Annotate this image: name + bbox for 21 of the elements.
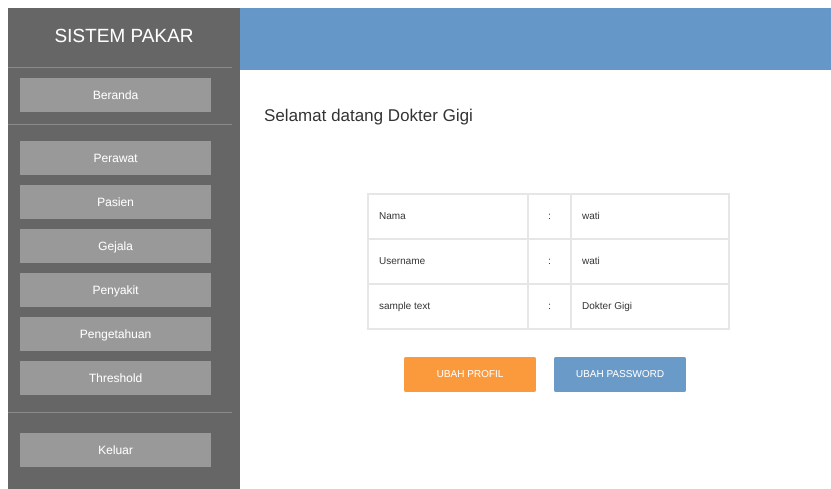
menu-item[interactable]: Penyakit — [20, 273, 211, 307]
field-label: Username — [368, 238, 528, 284]
app-title: SISTEM PAKAR — [54, 25, 194, 50]
colon-separator: : — [547, 210, 552, 224]
menu-item[interactable]: Gejala — [20, 229, 211, 263]
change-password-button[interactable]: UBAH PASSWORD — [554, 356, 686, 392]
field-label: sample text — [368, 284, 528, 328]
edit-profile-button[interactable]: UBAH PROFIL — [404, 356, 536, 392]
colon-separator: : — [547, 300, 552, 314]
field-value: wati — [571, 194, 729, 238]
colon-separator: : — [547, 254, 552, 268]
menu-item[interactable]: Pasien — [20, 185, 211, 219]
menu-item[interactable]: Beranda — [20, 78, 211, 112]
welcome-heading: Selamat datang Dokter Gigi — [264, 105, 473, 127]
field-value: wati — [571, 238, 729, 284]
field-value: Dokter Gigi — [571, 284, 729, 328]
menu-item[interactable]: Pengetahuan — [20, 317, 211, 351]
menu-item[interactable]: Keluar — [20, 433, 211, 467]
menu-item[interactable]: Threshold — [20, 361, 211, 395]
menu-item[interactable]: Perawat — [20, 141, 211, 175]
field-label: Nama — [368, 194, 528, 238]
